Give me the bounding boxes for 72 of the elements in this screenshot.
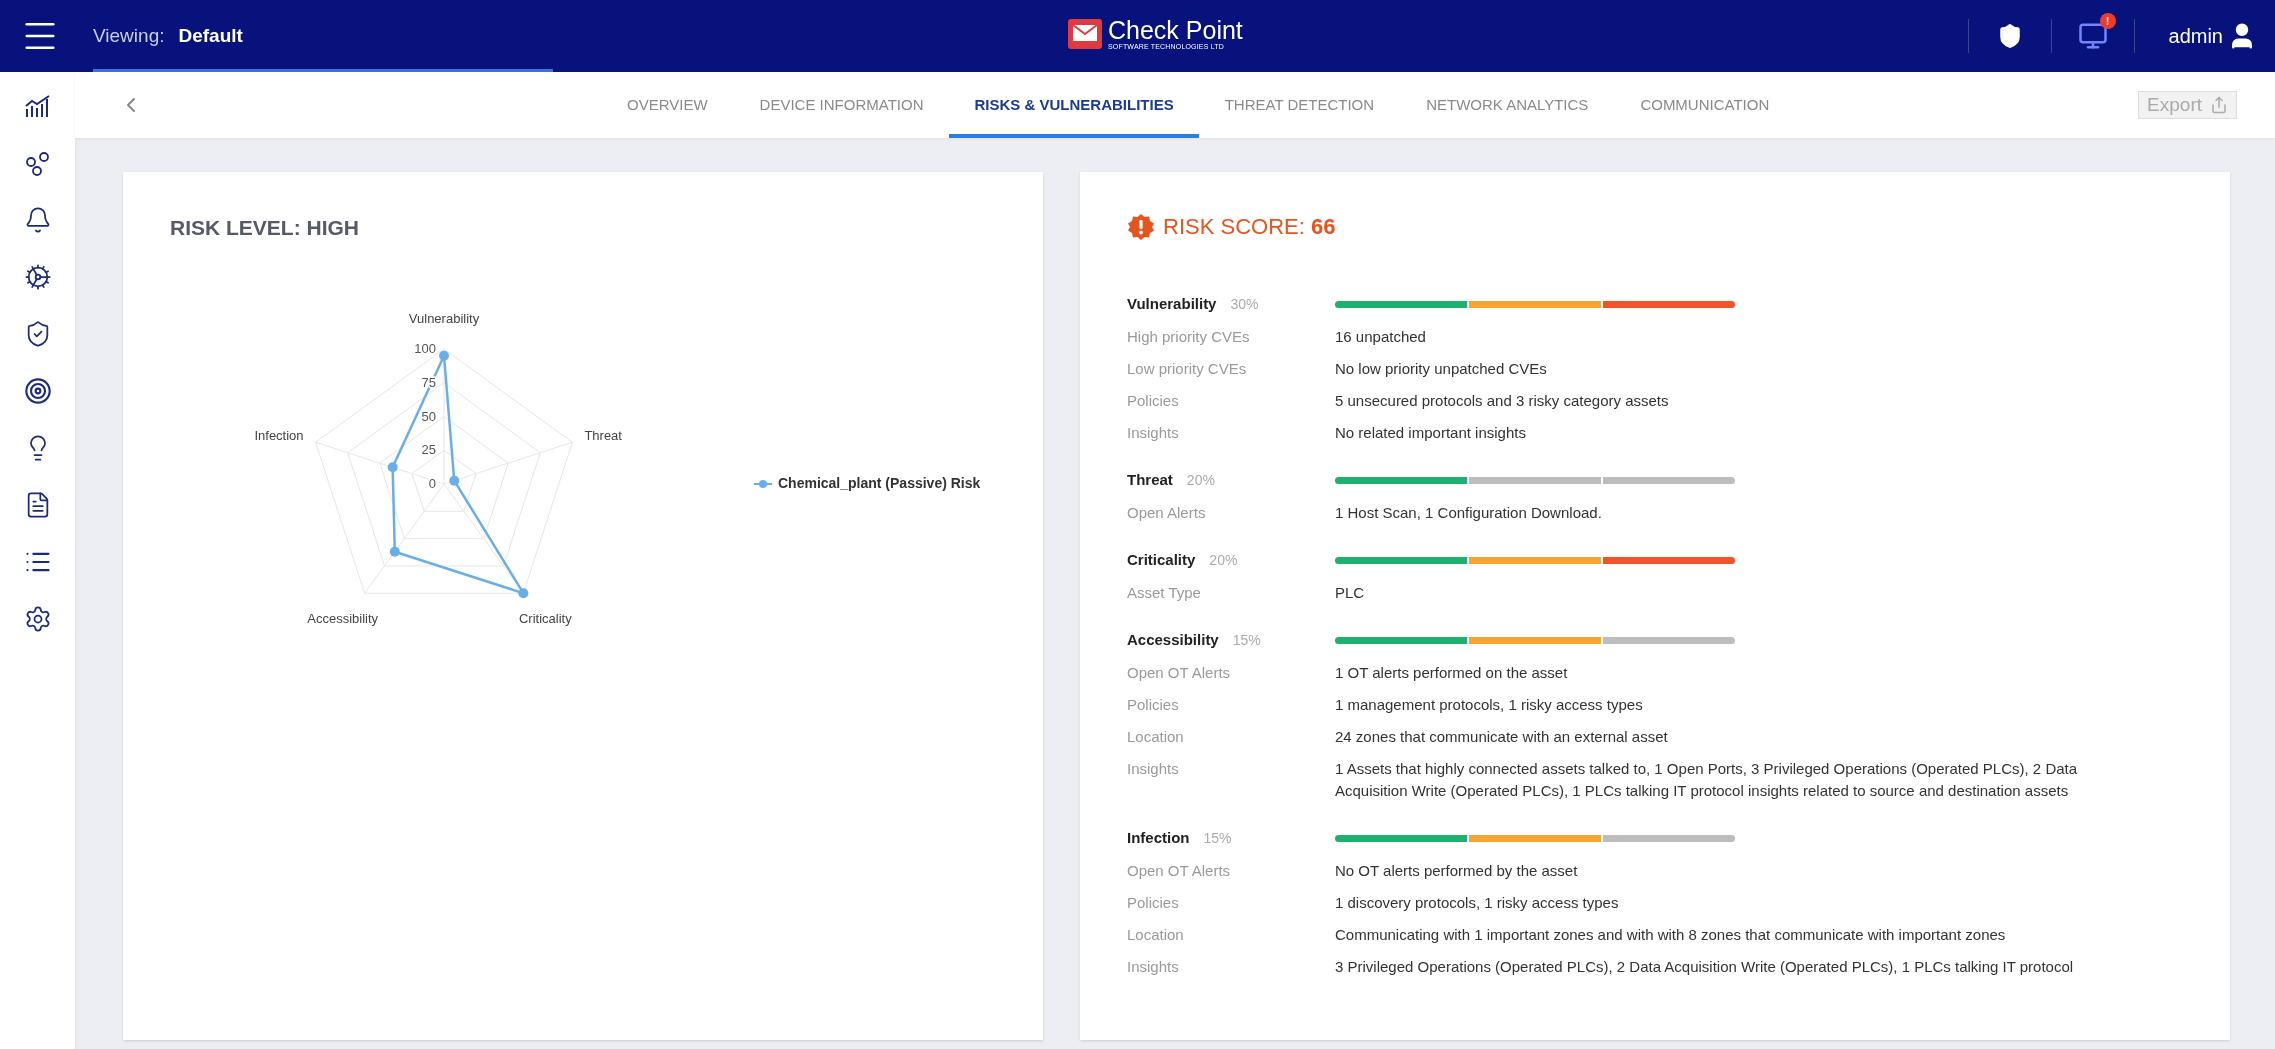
- category-weight: 20%: [1186, 470, 1215, 490]
- detail-label: Asset Type: [1127, 583, 1202, 603]
- data-point: [387, 461, 398, 472]
- tab[interactable]: NETWORK ANALYTICS: [1400, 72, 1615, 138]
- tick-label: 50: [421, 408, 436, 423]
- user-name[interactable]: admin: [2168, 21, 2223, 51]
- circles-icon[interactable]: [23, 149, 52, 177]
- detail-value: No OT alerts performed by the asset: [1335, 861, 1578, 881]
- alert-badge: !: [2099, 13, 2116, 29]
- detail-label: Open OT Alerts: [1127, 861, 1232, 881]
- logo-icon: [1068, 19, 1102, 49]
- axis-label: Accessibility: [307, 610, 379, 626]
- category-name: Accessibility: [1127, 629, 1219, 650]
- tab[interactable]: RISKS & VULNERABILITIES: [949, 72, 1199, 138]
- detail-value: 1 discovery protocols, 1 risky access types: [1335, 893, 1619, 913]
- detail-label: Low priority CVEs: [1127, 359, 1248, 379]
- axis-label: Vulnerability: [408, 310, 480, 326]
- detail-value: 1 Assets that highly connected assets talked to, 1 Open Ports, 3 Privileged Operations (Operated PLCs), 2 Data Acquisition Write (Operated PLCs), 1 PLCs talking IT protocol insights related to source and destination assets: [1335, 759, 2079, 801]
- monitor-icon[interactable]: [2077, 21, 2108, 51]
- legend-label[interactable]: Chemical_plant (Passive) Risk: [778, 473, 981, 494]
- category-weight: 30%: [1230, 294, 1259, 314]
- tab[interactable]: COMMUNICATION: [1614, 72, 1796, 138]
- tick-label: 0: [428, 475, 436, 491]
- detail-label: Open OT Alerts: [1127, 663, 1232, 683]
- detail-value: PLC: [1335, 583, 1365, 603]
- panel-title: RISK LEVEL: HIGH: [170, 215, 360, 241]
- detail-label: Location: [1127, 925, 1185, 945]
- alert-icon: [1127, 212, 1155, 241]
- detail-label: Policies: [1127, 893, 1180, 913]
- detail-value: 24 zones that communicate with an external asset: [1335, 727, 1668, 747]
- data-point: [449, 475, 460, 486]
- detail-label: Insights: [1127, 759, 1180, 779]
- detail-label: High priority CVEs: [1127, 327, 1251, 347]
- detail-value: No low priority unpatched CVEs: [1335, 359, 1547, 379]
- axis-label: Threat: [584, 427, 622, 443]
- data-point: [518, 587, 529, 598]
- logo-name: Check Point: [1108, 18, 1243, 43]
- data-point: [439, 350, 449, 361]
- share-icon: [2210, 96, 2228, 114]
- detail-label: Insights: [1127, 957, 1180, 977]
- category-name: Vulnerability: [1127, 293, 1217, 314]
- category-weight: 20%: [1209, 550, 1238, 570]
- tab[interactable]: OVERVIEW: [601, 72, 734, 138]
- detail-label: Location: [1127, 727, 1185, 747]
- detail-value: No related important insights: [1335, 423, 1526, 443]
- detail-label: Open Alerts: [1127, 503, 1207, 523]
- category-name: Infection: [1127, 827, 1190, 848]
- detail-label: Policies: [1127, 695, 1180, 715]
- target-icon[interactable]: [23, 377, 52, 405]
- detail-value: 16 unpatched: [1335, 327, 1426, 347]
- detail-value: 3 Privileged Operations (Operated PLCs), 2 Data Acquisition Write (Operated PLCs), 1 PLCs talking IT protocol: [1335, 957, 2074, 977]
- axis-label: Infection: [254, 427, 304, 443]
- detail-value: Communicating with 1 important zones and with with 8 zones that communicate with important zones: [1335, 925, 2006, 945]
- category-name: Criticality: [1127, 549, 1196, 570]
- detail-label: Policies: [1127, 391, 1180, 411]
- tab[interactable]: DEVICE INFORMATION: [733, 72, 950, 138]
- detail-value: 1 Host Scan, 1 Configuration Download.: [1335, 503, 1602, 523]
- axis-label: Criticality: [519, 610, 572, 626]
- legend-marker-icon: [754, 478, 772, 489]
- detail-value: 5 unsecured protocols and 3 risky category assets: [1335, 391, 1669, 411]
- tab[interactable]: THREAT DETECTION: [1198, 72, 1401, 138]
- detail-value: 1 management protocols, 1 risky access types: [1335, 695, 1643, 715]
- detail-label: Insights: [1127, 423, 1180, 443]
- tick-label: 100: [414, 340, 436, 356]
- data-point: [389, 546, 400, 557]
- risk-score: RISK SCORE: 66: [1163, 213, 1336, 241]
- detail-value: 1 OT alerts performed on the asset: [1335, 663, 1568, 683]
- chart-icon[interactable]: [23, 92, 52, 120]
- category-weight: 15%: [1203, 828, 1232, 848]
- category-weight: 15%: [1232, 630, 1261, 650]
- tick-label: 25: [421, 441, 436, 457]
- category-name: Threat: [1127, 469, 1173, 490]
